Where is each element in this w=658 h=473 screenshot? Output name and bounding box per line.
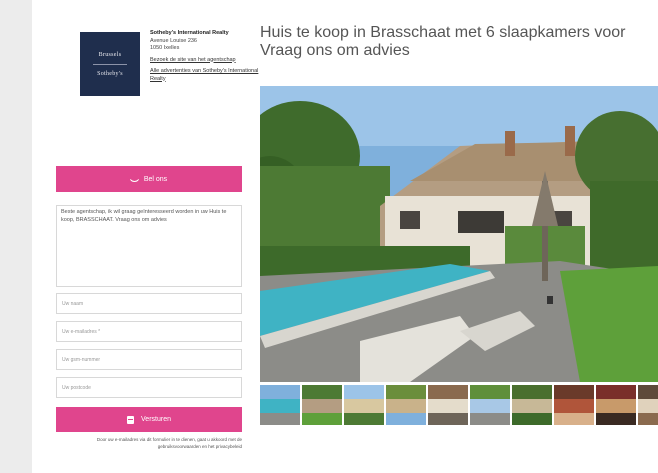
agent-name: Sotheby's International Realty: [150, 30, 229, 36]
agent-address-city: 1050 Ixelles: [150, 45, 180, 51]
logo-city: Brussels: [98, 51, 122, 58]
main-photo[interactable]: [260, 86, 658, 382]
listing-title: Huis te koop in Brasschaat met 6 slaapka…: [260, 24, 626, 59]
thumbnail-1[interactable]: [260, 385, 300, 425]
thumbnail-strip: [260, 385, 658, 425]
thumbnail-6[interactable]: [470, 385, 510, 425]
agent-address-street: Avenue Louise 236: [150, 37, 197, 44]
logo-divider: [93, 63, 127, 65]
thumbnail-2[interactable]: [302, 385, 342, 425]
send-button[interactable]: Versturen: [56, 407, 242, 432]
agency-site-link[interactable]: Bezoek de site van het agentschap: [150, 57, 270, 65]
call-button-label: Bel ons: [143, 175, 168, 183]
agent-info: Sotheby's International Realty Avenue Lo…: [150, 30, 270, 83]
logo-brand: Sotheby's: [97, 70, 123, 77]
send-button-label: Versturen: [141, 416, 171, 423]
thumbnail-8[interactable]: [554, 385, 594, 425]
house-pool-image: [260, 86, 658, 382]
message-textarea[interactable]: Beste agentschap, ik wil graag geïnteres…: [56, 205, 242, 287]
agency-logo[interactable]: Brussels Sotheby's: [80, 32, 140, 96]
zip-field[interactable]: Uw postcode: [56, 377, 242, 398]
thumbnail-3[interactable]: [344, 385, 384, 425]
mail-icon: [127, 415, 135, 424]
phone-field[interactable]: Uw gsm-nummer: [56, 349, 242, 370]
phone-icon: [129, 174, 140, 184]
legal-notice: Door uw e-mailadres via dit formulier in…: [96, 437, 242, 449]
all-listings-link[interactable]: Alle advertenties van Sotheby's Internat…: [150, 68, 270, 83]
agent-card: Brussels Sotheby's Sotheby's Internation…: [56, 24, 274, 166]
thumbnail-5[interactable]: [428, 385, 468, 425]
name-field[interactable]: Uw naam: [56, 293, 242, 314]
call-button[interactable]: Bel ons: [56, 166, 242, 192]
thumbnail-4[interactable]: [386, 385, 426, 425]
email-field[interactable]: Uw e-mailadres *: [56, 321, 242, 342]
thumbnail-10[interactable]: [638, 385, 658, 425]
thumbnail-9[interactable]: [596, 385, 636, 425]
thumbnail-7[interactable]: [512, 385, 552, 425]
